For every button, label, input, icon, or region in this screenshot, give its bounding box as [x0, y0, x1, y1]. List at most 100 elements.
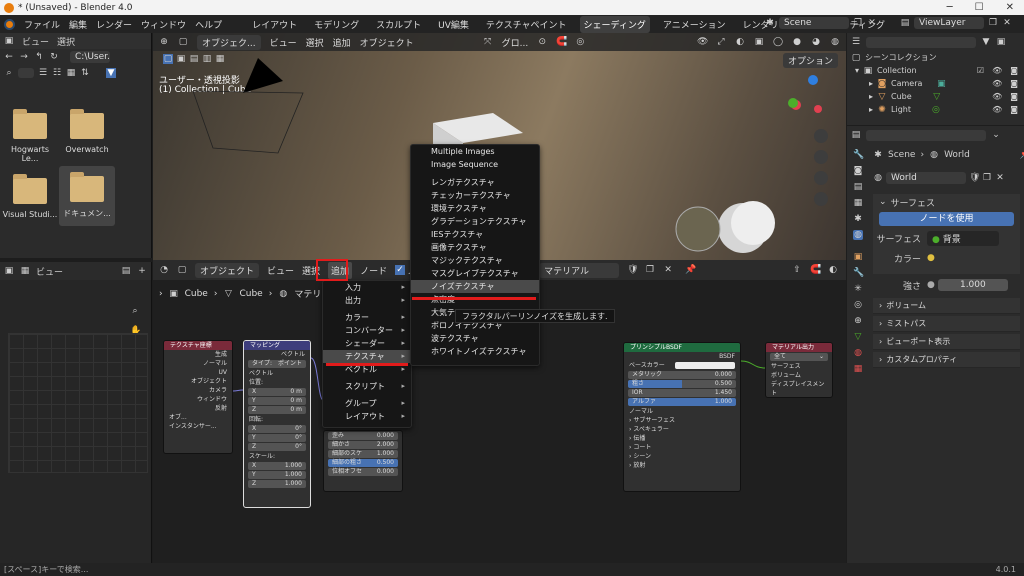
- subsection[interactable]: › 伝播: [624, 434, 740, 443]
- ne-menu-view[interactable]: ビュー: [267, 264, 294, 277]
- eye-icon[interactable]: 👁: [992, 105, 1002, 114]
- gizmo-x-neg-icon[interactable]: [814, 105, 822, 113]
- menu-item-input[interactable]: 入力 ▸: [323, 281, 411, 294]
- folder-item-selected[interactable]: ドキュメン...: [59, 166, 115, 226]
- eye-icon[interactable]: 👁: [992, 92, 1002, 101]
- tool-tab-icon[interactable]: 🔧: [853, 150, 864, 160]
- fb-menu-select[interactable]: 選択: [57, 35, 75, 48]
- menu-item-image-texture[interactable]: 画像テクスチャ: [411, 241, 539, 254]
- strength-field[interactable]: 1.000: [937, 279, 1008, 291]
- tab-uv-edit[interactable]: UV編集: [434, 16, 473, 33]
- menu-item-color[interactable]: カラー ▸: [323, 311, 411, 324]
- menu-item-image-sequence[interactable]: Image Sequence: [411, 158, 539, 171]
- menu-item-environment-texture[interactable]: 環境テクスチャ: [411, 202, 539, 215]
- new-image-icon[interactable]: +: [137, 266, 147, 276]
- menu-help[interactable]: ヘルプ: [195, 18, 222, 31]
- image-menu-view[interactable]: ビュー: [36, 265, 63, 278]
- rot-y-field[interactable]: Y 0°: [248, 434, 306, 442]
- outliner-row-light[interactable]: ▸ ✺ Light ◎ 👁 ◙: [847, 103, 1024, 116]
- menu-item-noise-texture[interactable]: ノイズテクスチャ: [411, 280, 539, 293]
- menu-item-magic-texture[interactable]: マジックテクスチャ: [411, 254, 539, 267]
- world-browse-icon[interactable]: ◍: [873, 173, 883, 183]
- forward-icon[interactable]: →: [19, 52, 29, 62]
- close-icon[interactable]: ✕: [1006, 2, 1014, 13]
- menu-item-musgrave-texture[interactable]: マスグレイブテクスチャ: [411, 267, 539, 280]
- folder-item[interactable]: Overwatch: [59, 109, 115, 154]
- surface-panel-header[interactable]: ⌄ サーフェス: [873, 194, 1020, 210]
- menu-render[interactable]: レンダー: [96, 18, 132, 31]
- tab-texture-paint[interactable]: テクスチャペイント: [482, 16, 571, 33]
- delete-viewlayer-icon[interactable]: ✕: [1002, 18, 1012, 28]
- overlay-node-icon[interactable]: ◐: [828, 265, 838, 275]
- tab-modeling[interactable]: モデリング: [310, 16, 363, 33]
- viewlayer-selector[interactable]: ▤ ViewLayer ❐ ✕: [900, 17, 1012, 29]
- panel-viewport-display[interactable]: › ビューポート表示: [873, 334, 1020, 350]
- menu-item-multiple-images[interactable]: Multiple Images: [411, 145, 539, 158]
- duplicate-world-icon[interactable]: ❐: [982, 173, 992, 183]
- viewlayer-field[interactable]: ViewLayer: [914, 17, 984, 29]
- refresh-icon[interactable]: ↻: [49, 52, 59, 62]
- tab-animation[interactable]: アニメーション: [659, 16, 730, 33]
- camera-render-icon[interactable]: ◙: [1010, 105, 1018, 114]
- menu-edit[interactable]: 編集: [69, 18, 87, 31]
- object-field-row[interactable]: オブ...: [164, 413, 232, 422]
- mapping-node[interactable]: マッピング ベクトル タイプ: ポイント ベクトル 位置: X 0 m Y 0 m Z…: [243, 340, 311, 508]
- tab-sculpt[interactable]: スカルプト: [372, 16, 425, 33]
- menu-item-checker-texture[interactable]: チェッカーテクスチャ: [411, 189, 539, 202]
- scale-x-field[interactable]: X 1.000: [248, 462, 306, 470]
- subsection[interactable]: › サブサーフェス: [624, 416, 740, 425]
- back-icon[interactable]: ←: [4, 52, 14, 62]
- list-vertical-icon[interactable]: ☰: [38, 68, 48, 78]
- menu-item-white-noise-texture[interactable]: ホワイトノイズテクスチャ: [411, 345, 539, 358]
- delete-scene-icon[interactable]: ✕: [867, 18, 877, 28]
- base-color-swatch[interactable]: [675, 362, 735, 369]
- scene-selector[interactable]: ✱ Scene ❐ ✕: [765, 17, 877, 29]
- base-color-row[interactable]: ベースカラー: [624, 361, 740, 370]
- fb-menu-view[interactable]: ビュー: [22, 35, 49, 48]
- zoom-icon[interactable]: ⌕: [130, 306, 140, 316]
- menu-item-converter[interactable]: コンバーター ▸: [323, 324, 411, 337]
- roughness-field[interactable]: 細部の粗さ 0.500: [328, 459, 398, 467]
- properties-search[interactable]: [866, 129, 986, 141]
- mapping-type-dropdown[interactable]: タイプ: ポイント: [248, 360, 306, 368]
- pin-icon[interactable]: 📌: [1020, 150, 1024, 160]
- output-tab-icon[interactable]: ▤: [853, 182, 863, 192]
- maximize-icon[interactable]: ☐: [975, 2, 984, 13]
- object-tab-icon[interactable]: ▣: [853, 252, 863, 262]
- panel-custom-properties[interactable]: › カスタムプロパティ: [873, 352, 1020, 368]
- copy-viewlayer-icon[interactable]: ❐: [988, 18, 998, 28]
- particles-tab-icon[interactable]: ✳: [853, 284, 863, 294]
- instancer-checkbox[interactable]: インスタンサー...: [164, 422, 232, 431]
- loc-x-field[interactable]: X 0 m: [248, 388, 306, 396]
- material-output-node[interactable]: マテリアル出力 全て ⌄ サーフェス ボリューム ディスプレイスメント: [765, 342, 833, 398]
- outliner-row-camera[interactable]: ▸ ◙ Camera ▣ 👁 ◙: [847, 77, 1024, 90]
- sort-icon[interactable]: ⇅: [80, 68, 90, 78]
- world-name-field[interactable]: World: [886, 172, 966, 184]
- camera-render-icon[interactable]: ◙: [1010, 92, 1018, 101]
- list-horizontal-icon[interactable]: ☷: [52, 68, 62, 78]
- tab-layout[interactable]: レイアウト: [248, 16, 301, 33]
- new-collection-icon[interactable]: ▣: [996, 37, 1006, 47]
- duplicate-material-icon[interactable]: ❐: [645, 265, 655, 275]
- render-tab-icon[interactable]: ◙: [853, 166, 863, 176]
- properties-editor-icon[interactable]: ▤: [851, 130, 861, 140]
- gizmo-y-icon[interactable]: [788, 98, 798, 108]
- editor-type-icon[interactable]: ▣: [4, 266, 14, 276]
- copy-scene-icon[interactable]: ❐: [853, 18, 863, 28]
- principled-bsdf-node[interactable]: プリンシプルBSDF BSDF ベースカラー メタリック 0.000 粗さ 0.50…: [623, 342, 741, 492]
- menu-item-layout[interactable]: レイアウト ▸: [323, 410, 411, 423]
- folder-editor-icon[interactable]: ▣: [4, 36, 14, 46]
- minimize-icon[interactable]: ─: [947, 2, 953, 13]
- filter-icon[interactable]: ▼: [106, 68, 116, 78]
- fb-search-input[interactable]: [18, 68, 34, 78]
- metallic-field[interactable]: メタリック 0.000: [628, 371, 736, 379]
- menu-item-group[interactable]: グループ ▸: [323, 397, 411, 410]
- target-dropdown[interactable]: 全て ⌄: [770, 353, 828, 361]
- image-icon[interactable]: ▦: [20, 266, 30, 276]
- scale-y-field[interactable]: Y 1.000: [248, 471, 306, 479]
- alpha-field[interactable]: アルファ 1.000: [628, 398, 736, 406]
- search-icon[interactable]: ⌕: [4, 68, 14, 78]
- image-browse-icon[interactable]: ▤: [121, 266, 131, 276]
- outliner-row-collection[interactable]: ▾ ▣ Collection ☑ 👁 ◙: [847, 64, 1024, 77]
- detail-field[interactable]: 細かさ 2.000: [328, 441, 398, 449]
